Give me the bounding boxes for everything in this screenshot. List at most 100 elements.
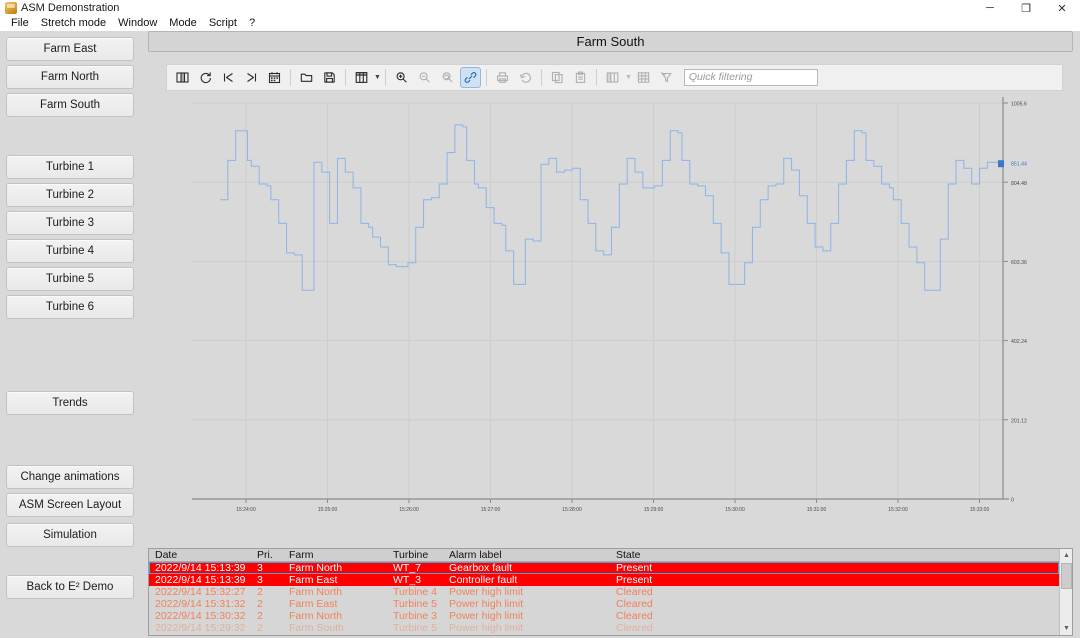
quick-filter-input[interactable]: Quick filtering (684, 69, 818, 86)
window-title: ASM Demonstration (21, 2, 119, 14)
sidebar-item-asm-screen-layout[interactable]: ASM Screen Layout (6, 493, 134, 517)
sidebar-item-back-to-e2-demo[interactable]: Back to E² Demo (6, 575, 134, 599)
table-row[interactable]: 2022/9/14 15:31:322Farm EastTurbine 5Pow… (149, 598, 1059, 610)
chevron-down-icon[interactable]: ▼ (374, 74, 381, 81)
svg-text:15:25:00: 15:25:00 (318, 507, 338, 513)
menu-item-stretch-mode[interactable]: Stretch mode (35, 16, 112, 31)
cell-priority: 2 (257, 610, 263, 622)
column-header-priority[interactable]: Pri. (257, 549, 273, 562)
alarm-table-body[interactable]: 2022/9/14 15:13:393Farm NorthWT_7Gearbox… (149, 562, 1072, 636)
sidebar-item-turbine-5[interactable]: Turbine 5 (6, 267, 134, 291)
svg-text:15:32:00: 15:32:00 (888, 507, 908, 513)
table-row[interactable]: 2022/9/14 15:29:322Farm SouthTurbine 5Po… (149, 622, 1059, 634)
skip-to-start-icon[interactable] (218, 67, 239, 88)
table-row[interactable]: 2022/9/14 15:13:393Farm NorthWT_7Gearbox… (149, 562, 1059, 574)
sidebar-item-trends[interactable]: Trends (6, 391, 134, 415)
link-cursor-icon[interactable] (460, 67, 481, 88)
application-window: ASM Demonstration ─ ❐ ✕ FileStretch mode… (0, 0, 1080, 638)
table-layout-icon[interactable] (351, 67, 372, 88)
maximize-button[interactable]: ❐ (1008, 0, 1044, 16)
sidebar-item-turbine-4[interactable]: Turbine 4 (6, 239, 134, 263)
title-bar: ASM Demonstration ─ ❐ ✕ (0, 0, 1080, 16)
svg-text:804.48: 804.48 (1011, 181, 1027, 187)
cell-priority: 2 (257, 586, 263, 598)
menu-item-mode[interactable]: Mode (163, 16, 203, 31)
close-button[interactable]: ✕ (1044, 0, 1080, 16)
sidebar-item-change-animations[interactable]: Change animations (6, 465, 134, 489)
svg-text:15:24:00: 15:24:00 (236, 507, 256, 513)
svg-text:15:33:00: 15:33:00 (970, 507, 990, 513)
calendar-icon[interactable] (264, 67, 285, 88)
save-icon[interactable] (319, 67, 340, 88)
sidebar-item-farm-east[interactable]: Farm East (6, 37, 134, 61)
refresh-icon[interactable] (195, 67, 216, 88)
sidebar-item-label: Turbine 6 (46, 301, 94, 313)
column-header-date[interactable]: Date (155, 549, 177, 562)
menu-item-file[interactable]: File (5, 16, 35, 31)
svg-text:15:30:00: 15:30:00 (725, 507, 745, 513)
menu-item-[interactable]: ? (243, 16, 261, 31)
column-header-turbine[interactable]: Turbine (393, 549, 428, 562)
cell-turbine: Turbine 3 (393, 610, 437, 622)
column-header-alarm_label[interactable]: Alarm label (449, 549, 502, 562)
grid-icon (633, 67, 654, 88)
toolbar-separator (486, 69, 487, 86)
sidebar-item-farm-south[interactable]: Farm South (6, 93, 134, 117)
open-folder-icon[interactable] (296, 67, 317, 88)
sidebar-item-label: Farm East (43, 43, 96, 55)
sidebar-item-simulation[interactable]: Simulation (6, 523, 134, 547)
chart-canvas[interactable]: 1005.6804.48603.36402.24201.12015:24:001… (166, 95, 1063, 527)
scrollbar-thumb[interactable] (1061, 563, 1072, 589)
svg-text:15:31:00: 15:31:00 (807, 507, 827, 513)
table-row[interactable]: 2022/9/14 15:30:322Farm NorthTurbine 3Po… (149, 610, 1059, 622)
sidebar-item-label: Change animations (20, 471, 119, 483)
column-header-state[interactable]: State (616, 549, 641, 562)
cell-farm: Farm East (289, 574, 337, 586)
sidebar-item-farm-north[interactable]: Farm North (6, 65, 134, 89)
alarm-table[interactable]: Date Pri. Farm Turbine Alarm label State 2022… (148, 548, 1073, 636)
sidebar: Farm East Farm North Farm South Turbine 1 Tu… (0, 31, 148, 638)
copy-icon (547, 67, 568, 88)
cell-date: 2022/9/14 15:31:32 (155, 598, 246, 610)
sidebar-item-label: ASM Screen Layout (19, 499, 121, 511)
sidebar-item-turbine-3[interactable]: Turbine 3 (6, 211, 134, 235)
cell-date: 2022/9/14 15:30:32 (155, 610, 246, 622)
trend-chart[interactable]: 1005.6804.48603.36402.24201.12015:24:001… (166, 95, 1063, 527)
minimize-button[interactable]: ─ (972, 0, 1008, 16)
cell-priority: 2 (257, 598, 263, 610)
svg-text:1005.6: 1005.6 (1011, 102, 1027, 108)
cell-turbine: Turbine 5 (393, 598, 437, 610)
svg-text:15:26:00: 15:26:00 (399, 507, 419, 513)
chart-toolbar: ▼▼ Quick filtering (166, 64, 1063, 91)
cell-farm: Farm North (289, 610, 342, 622)
cell-date: 2022/9/14 15:32:27 (155, 586, 246, 598)
zoom-in-icon[interactable] (391, 67, 412, 88)
column-header-farm[interactable]: Farm (289, 549, 314, 562)
alarm-table-scrollbar[interactable]: ▲ ▼ (1059, 549, 1072, 635)
undo-icon (515, 67, 536, 88)
table-row[interactable]: 2022/9/14 15:32:272Farm NorthTurbine 4Po… (149, 586, 1059, 598)
paste-icon (570, 67, 591, 88)
cell-priority: 2 (257, 622, 263, 634)
alarm-table-header: Date Pri. Farm Turbine Alarm label State (149, 549, 1072, 562)
sidebar-item-turbine-1[interactable]: Turbine 1 (6, 155, 134, 179)
table-row[interactable]: 2022/9/14 15:13:393Farm EastWT_3Controll… (149, 574, 1059, 586)
cell-turbine: WT_7 (393, 562, 421, 574)
cell-state: Present (616, 574, 652, 586)
sidebar-item-turbine-6[interactable]: Turbine 6 (6, 295, 134, 319)
sidebar-item-turbine-2[interactable]: Turbine 2 (6, 183, 134, 207)
cell-alarm_label: Controller fault (449, 574, 517, 586)
split-view-icon[interactable] (172, 67, 193, 88)
menu-item-window[interactable]: Window (112, 16, 163, 31)
skip-to-end-icon[interactable] (241, 67, 262, 88)
menu-item-script[interactable]: Script (203, 16, 243, 31)
cell-date: 2022/9/14 15:29:32 (155, 622, 246, 634)
sidebar-item-label: Simulation (43, 529, 97, 541)
scroll-down-icon[interactable]: ▼ (1060, 622, 1073, 635)
cell-turbine: Turbine 5 (393, 622, 437, 634)
cell-alarm_label: Power high limit (449, 598, 523, 610)
scroll-up-icon[interactable]: ▲ (1060, 549, 1073, 562)
zoom-reset-icon (437, 67, 458, 88)
svg-text:201.12: 201.12 (1011, 418, 1027, 424)
toolbar-separator (345, 69, 346, 86)
